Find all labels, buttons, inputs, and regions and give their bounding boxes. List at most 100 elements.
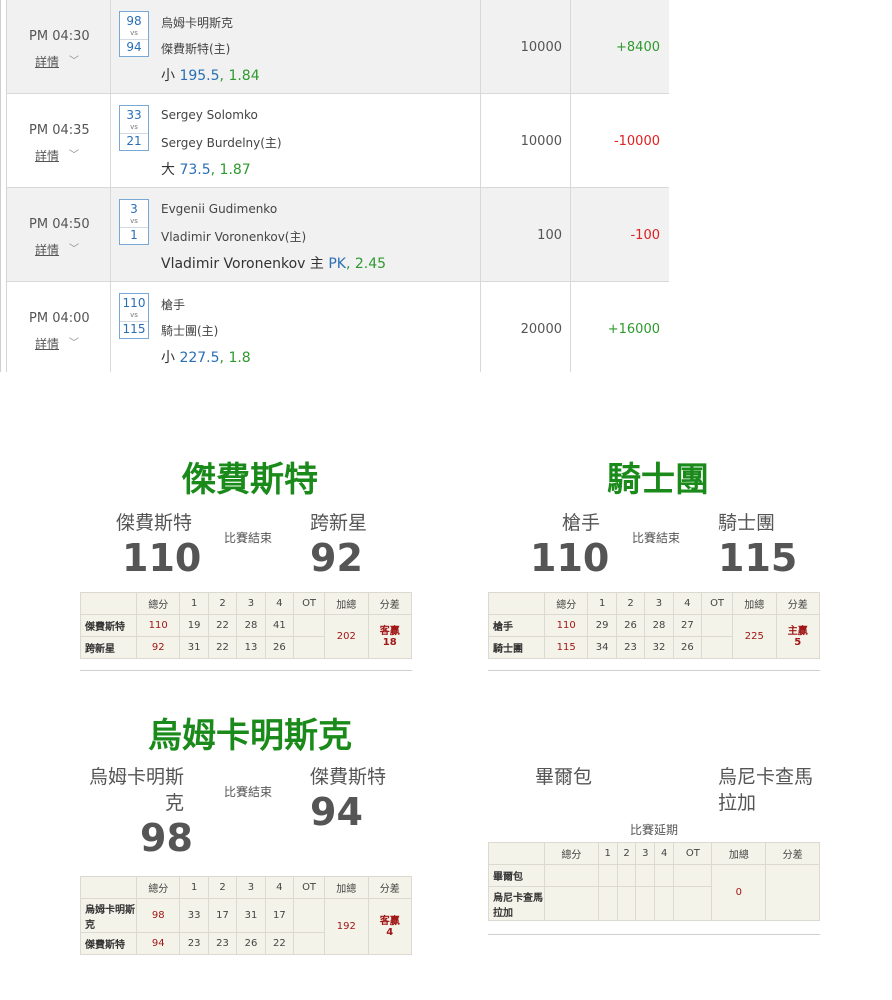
col-sum: 加總 [324, 876, 369, 899]
ot [673, 886, 713, 921]
match-cell: 3 vs 1 Evgenii Gudimenko Vladimir Vorone… [111, 188, 481, 281]
winner-title: 烏姆卡明斯克 [148, 716, 352, 756]
col-q3: 3 [635, 842, 656, 865]
team1-name: 槍手 [161, 298, 186, 312]
team-name: 傑費斯特 [80, 932, 137, 955]
diff-value: 客贏 18 [367, 614, 412, 659]
q1: 34 [587, 636, 617, 659]
bet-history-table: PM 04:30 詳情 ﹀ 98 vs 94 烏姆卡明斯克 傑費斯特(主) 小 … [0, 0, 669, 372]
details-link[interactable]: 詳情 [35, 147, 59, 164]
bet-time: PM 04:50 [29, 217, 90, 232]
col-sum: 加總 [732, 592, 777, 615]
bet-row: PM 04:35 詳情 ﹀ 33 vs 21 Sergey Solomko Se… [7, 94, 669, 188]
score-card: 傑費斯特 傑費斯特 比賽結束 跨新星 110 92 總分 1 2 3 4 OT … [80, 450, 420, 680]
team-name: 槍手 [488, 614, 545, 637]
diff-label: 客贏 [379, 625, 400, 637]
box-score-table: 總分 1 2 3 4 OT 加總 分差 烏姆卡明斯克 98 33 17 31 1… [80, 876, 412, 955]
chevron-down-icon[interactable]: ﹀ [69, 52, 79, 67]
score-card: 畢爾包 烏尼卡查馬拉加 比賽延期 總分 1 2 3 4 OT 加總 分差 畢爾包 [488, 706, 828, 946]
pick-line: 195.5 [179, 68, 220, 84]
details-link[interactable]: 詳情 [35, 241, 59, 258]
ot [673, 864, 713, 887]
q4: 17 [264, 898, 295, 933]
q2: 23 [207, 932, 238, 955]
team2-name: Sergey Burdelny(主) [161, 136, 282, 150]
header-row: 總分 1 2 3 4 OT 加總 分差 [80, 876, 412, 899]
chevron-down-icon[interactable]: ﹀ [69, 146, 79, 161]
diff-number: 18 [382, 636, 397, 648]
bet-pick: 小 227.5, 1.8 [161, 347, 251, 367]
pick-odds: 1.87 [219, 162, 251, 178]
col-q2: 2 [615, 592, 646, 615]
diff-value: 客贏 4 [367, 898, 412, 955]
q2: 22 [207, 614, 238, 637]
col-total: 總分 [135, 592, 181, 615]
q3: 28 [236, 614, 266, 637]
stake-cell: 10000 [481, 0, 571, 93]
total: 115 [543, 636, 589, 659]
team-name: 烏姆卡明斯克 [80, 898, 137, 933]
chevron-down-icon[interactable]: ﹀ [69, 240, 79, 255]
q3: 13 [236, 636, 266, 659]
ot [293, 614, 326, 637]
col-ot: OT [293, 592, 326, 615]
pick-line: 73.5 [179, 162, 211, 178]
col-q2: 2 [207, 592, 238, 615]
vs-label: vs [130, 29, 138, 37]
score-team1: 3 [130, 202, 138, 216]
stake-cell: 100 [481, 188, 571, 281]
q4: 41 [264, 614, 295, 637]
result-amount: +8400 [616, 40, 660, 55]
q2: 22 [207, 636, 238, 659]
winner-title: 傑費斯特 [182, 460, 318, 500]
q1: 29 [587, 614, 617, 637]
details-link[interactable]: 詳情 [35, 335, 59, 352]
diff-number: 4 [386, 926, 394, 938]
away-team-name: 騎士團 [718, 512, 776, 534]
box-score-table: 總分 1 2 3 4 OT 加總 分差 槍手 110 29 26 28 27 2… [488, 592, 820, 659]
total: 110 [543, 614, 589, 637]
match-status: 比賽結束 [223, 531, 272, 545]
score-box: 33 vs 21 [119, 105, 149, 151]
away-team-name: 烏尼卡查馬拉加 [718, 766, 814, 814]
box-score-table: 總分 1 2 3 4 OT 加總 分差 畢爾包 0 烏尼卡查馬拉加 [488, 842, 820, 921]
home-team-name: 傑費斯特 [115, 512, 192, 534]
match-cell: 33 vs 21 Sergey Solomko Sergey Burdelny(… [111, 94, 481, 187]
time-cell: PM 04:35 詳情 ﹀ [7, 94, 111, 187]
details-link[interactable]: 詳情 [35, 53, 59, 70]
table-row: 槍手 110 29 26 28 27 225 主贏 5 [488, 614, 820, 659]
q3: 32 [644, 636, 674, 659]
home-score: 110 [122, 536, 202, 580]
team-name: 騎士團 [488, 636, 545, 659]
ot [293, 636, 326, 659]
home-team-name: 畢爾包 [534, 766, 592, 788]
header-row: 總分 1 2 3 4 OT 加總 分差 [488, 842, 820, 865]
home-team-name: 槍手 [561, 512, 600, 534]
result-cell: +16000 [571, 282, 669, 372]
q1: 19 [179, 614, 209, 637]
vs-label: vs [130, 123, 138, 131]
result-cell: -10000 [571, 94, 669, 187]
team-name: 畢爾包 [488, 864, 545, 887]
col-q4: 4 [654, 842, 675, 865]
score-team1: 110 [122, 296, 146, 310]
page: PM 04:30 詳情 ﹀ 98 vs 94 烏姆卡明斯克 傑費斯特(主) 小 … [0, 0, 892, 1000]
score-card: 騎士團 槍手 比賽結束 騎士團 110 115 總分 1 2 3 4 OT 加總… [488, 450, 828, 680]
bet-pick: Vladimir Voronenkov 主 PK, 2.45 [161, 253, 386, 273]
bet-pick: 小 195.5, 1.84 [161, 65, 260, 85]
box-score-table: 總分 1 2 3 4 OT 加總 分差 傑費斯特 110 19 22 28 41… [80, 592, 412, 659]
home-team-name: 烏姆卡明斯克 [88, 766, 184, 814]
pick-separator: , [345, 256, 355, 272]
col-total: 總分 [543, 592, 589, 615]
team-name: 跨新星 [80, 636, 137, 659]
col-q3: 3 [236, 592, 266, 615]
card-divider [488, 670, 820, 671]
pick-separator: , [210, 162, 220, 178]
chevron-down-icon[interactable]: ﹀ [69, 334, 79, 349]
pick-prefix: 小 [161, 350, 180, 366]
col-ot: OT [673, 842, 713, 865]
result-amount: -100 [630, 228, 660, 243]
col-diff: 分差 [367, 592, 412, 615]
total [544, 886, 599, 921]
q1 [597, 864, 618, 887]
